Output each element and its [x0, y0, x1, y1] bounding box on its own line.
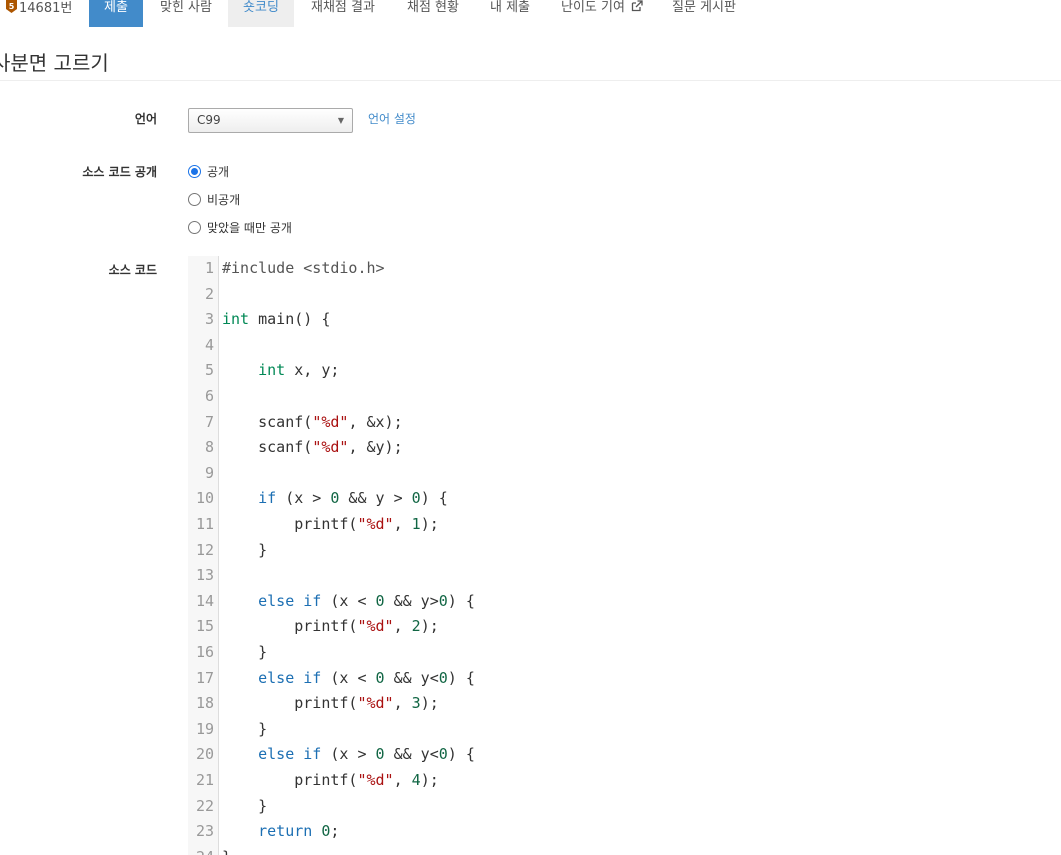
line-number: 21: [195, 771, 214, 789]
line-number: 10: [195, 489, 214, 508]
code-text: }: [222, 540, 268, 559]
code-text: else if (x > 0 && y<0) {: [258, 745, 475, 764]
line-number: 7: [204, 412, 214, 431]
source-code-label: 소스 코드: [108, 263, 157, 277]
radio-private[interactable]: [188, 193, 201, 206]
visibility-option-accepted-only[interactable]: 맞았을 때만 공개: [188, 219, 292, 235]
code-text: else if (x < 0 && y>0) {: [258, 591, 475, 610]
line-number: 12: [195, 540, 214, 559]
language-select-value: C99: [197, 113, 221, 127]
language-label: 언어: [134, 112, 157, 126]
line-number: 20: [195, 745, 214, 764]
visibility-option-accepted-only-label: 맞았을 때만 공개: [207, 221, 292, 235]
problem-menu-bar: 5 14681번 제출 맞힌 사람 숏코딩 재채점 결과 채점 현황 내 제출 …: [0, 0, 1061, 27]
line-number: 14: [195, 591, 214, 610]
tier-badge-icon: 5: [6, 0, 17, 13]
tab-question-board[interactable]: 질문 게시판: [672, 0, 736, 27]
line-number: 17: [195, 668, 214, 687]
tab-difficulty-contribution[interactable]: 난이도 기여: [561, 0, 643, 27]
tab-shortcoding[interactable]: 숏코딩: [228, 0, 294, 27]
line-number: 18: [195, 694, 214, 713]
line-number: 5: [204, 361, 214, 380]
tab-judge-status-label: 채점 현황: [407, 0, 459, 15]
page-title: 사분면 고르기: [0, 51, 109, 75]
tab-submit-label: 제출: [104, 0, 128, 15]
code-text: scanf("%d", &x);: [222, 412, 403, 431]
line-number: 19: [195, 719, 214, 738]
code-text: printf("%d", 4);: [222, 771, 439, 789]
problem-id-tab[interactable]: 5 14681번: [6, 0, 72, 27]
tab-difficulty-contribution-label: 난이도 기여: [561, 0, 625, 15]
visibility-option-public[interactable]: 공개: [188, 163, 229, 179]
code-text: #include <stdio.h>: [222, 259, 385, 277]
dropdown-arrow-icon: ▼: [337, 116, 344, 125]
line-number: 4: [204, 335, 214, 354]
visibility-option-private[interactable]: 비공개: [188, 191, 240, 207]
code-text: }: [222, 719, 268, 738]
line-number: 23: [195, 822, 214, 841]
code-text: printf("%d", 3);: [222, 694, 439, 713]
tab-rejudge-results[interactable]: 재채점 결과: [311, 0, 375, 27]
line-number: 6: [204, 387, 214, 405]
line-number: 8: [204, 438, 214, 457]
line-number: 15: [195, 617, 214, 636]
code-text: printf("%d", 2);: [222, 617, 439, 636]
tab-shortcoding-label: 숏코딩: [243, 0, 279, 15]
language-settings-link[interactable]: 언어 설정: [368, 110, 416, 127]
tab-solved-users-label: 맞힌 사람: [160, 0, 212, 15]
language-select[interactable]: C99 ▼: [188, 108, 353, 133]
line-number: 22: [195, 796, 214, 815]
code-text: if (x > 0 && y > 0) {: [258, 489, 448, 508]
line-number: 1: [204, 259, 214, 277]
code-text: else if (x < 0 && y<0) {: [258, 668, 475, 687]
radio-accepted-only[interactable]: [188, 221, 201, 234]
line-number: 13: [195, 566, 214, 585]
line-number: 16: [195, 643, 214, 661]
tab-my-submissions-label: 내 제출: [490, 0, 531, 15]
tab-solved-users[interactable]: 맞힌 사람: [160, 0, 212, 27]
title-divider: [0, 80, 1061, 81]
code-text: int x, y;: [258, 361, 340, 380]
tab-submit[interactable]: 제출: [89, 0, 143, 27]
visibility-option-private-label: 비공개: [207, 193, 241, 207]
line-number: 3: [204, 310, 214, 329]
tab-rejudge-results-label: 재채점 결과: [311, 0, 375, 15]
code-text: scanf("%d", &y);: [222, 438, 403, 457]
code-text: return 0;: [258, 822, 340, 841]
code-editor[interactable]: 1 #include <stdio.h> 2 3 int main() {4 5 int …: [188, 256, 1061, 855]
tab-question-board-label: 질문 게시판: [672, 0, 736, 15]
code-text: int main() {: [222, 310, 331, 329]
problem-id-label: 14681번: [19, 1, 73, 16]
tab-judge-status[interactable]: 채점 현황: [407, 0, 459, 27]
tab-my-submissions[interactable]: 내 제출: [490, 0, 530, 27]
radio-public[interactable]: [188, 165, 201, 178]
external-link-icon: [631, 0, 643, 12]
code-text: printf("%d", 1);: [222, 515, 439, 533]
line-number: 24: [188, 845, 214, 855]
visibility-option-public-label: 공개: [207, 165, 230, 179]
line-number: 9: [204, 463, 214, 482]
tier-badge-label: 5: [9, 2, 15, 11]
code-text: }: [222, 796, 268, 815]
line-number: 11: [195, 515, 214, 533]
line-number: 2: [204, 284, 214, 303]
visibility-label: 소스 코드 공개: [82, 165, 157, 179]
code-text: }: [222, 845, 231, 855]
code-text: }: [222, 643, 268, 661]
